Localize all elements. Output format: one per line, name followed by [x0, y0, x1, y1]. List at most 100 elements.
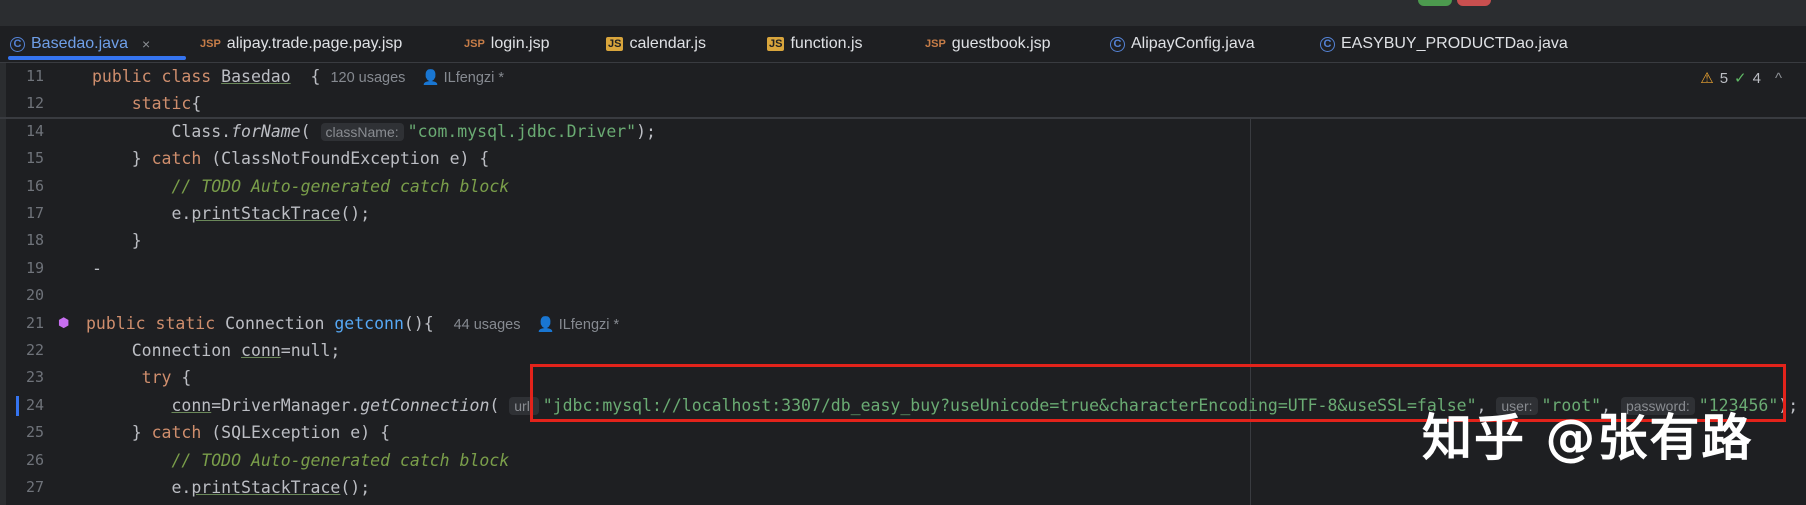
line-number: 18 [25, 231, 45, 250]
code-token: getconn [334, 313, 404, 333]
line-number: 14 [25, 121, 45, 140]
line-number: 16 [25, 176, 45, 195]
code-token: conn [171, 395, 212, 415]
code-text: Class.forName( className: "com.mysql.jdbc… [92, 118, 656, 146]
watermark: 知乎 @张有路 [1422, 409, 1754, 467]
code-token: // TODO Auto-generated catch block [92, 450, 510, 470]
code-token: catch [151, 149, 202, 169]
js-icon: JS [767, 37, 785, 51]
tab-login-jsp[interactable]: JSP login.jsp [464, 26, 550, 62]
code-token: ( [300, 121, 321, 141]
code-token: (SQLException e) { [201, 423, 391, 443]
code-token: Class. [92, 121, 232, 141]
line-number: 22 [25, 341, 45, 359]
line-number: 24 [25, 395, 45, 414]
code-line[interactable]: 16 // TODO Auto-generated catch block [0, 173, 1806, 200]
line-number: 12 [25, 94, 45, 113]
line-number: 23 [25, 368, 45, 387]
line-number: 11 [25, 67, 45, 85]
code-text: } [92, 227, 142, 254]
code-line[interactable]: 12 static{ [0, 90, 1806, 117]
code-token: - [92, 258, 102, 278]
tab-function-js[interactable]: JS function.js [767, 26, 863, 62]
close-tab-icon[interactable]: × [142, 36, 150, 52]
implementation-gutter-icon[interactable]: ⬢ [58, 310, 69, 337]
line-number: 27 [25, 478, 45, 496]
code-token: ); [636, 121, 656, 141]
tab-easybuy-productdao-java[interactable]: C EASYBUY_PRODUCTDao.java [1320, 26, 1568, 62]
tab-label: AlipayConfig.java [1131, 35, 1255, 52]
window-button-red[interactable] [1457, 0, 1491, 6]
code-token: conn [241, 341, 281, 360]
code-token: ( [489, 395, 510, 415]
line-number: 25 [25, 423, 45, 442]
tab-label: guestbook.jsp [951, 35, 1051, 52]
code-text: } catch (SQLException e) { [92, 419, 390, 446]
code-line[interactable]: 22 Connection conn=null; [0, 337, 1806, 364]
line-number: 21 [25, 313, 45, 332]
code-line[interactable]: 15 } catch (ClassNotFoundException e) { [0, 145, 1806, 172]
code-token: (ClassNotFoundException e) { [201, 149, 490, 169]
code-token: getConnection [360, 395, 490, 415]
tab-label: login.jsp [490, 35, 550, 52]
code-text: // TODO Auto-generated catch block [92, 447, 509, 474]
active-tab-indicator [8, 56, 186, 60]
line-number: 20 [25, 286, 45, 305]
code-token: Connection [92, 341, 242, 360]
code-token: =null; [280, 341, 341, 360]
tab-guestbook-jsp[interactable]: JSP guestbook.jsp [925, 26, 1051, 62]
code-token: (); [340, 478, 371, 497]
tab-label: EASYBUY_PRODUCTDao.java [1341, 35, 1568, 52]
code-token: =DriverManager. [211, 395, 361, 415]
code-line[interactable]: 27 e.printStackTrace(); [0, 474, 1806, 501]
code-text: e.printStackTrace(); [92, 200, 370, 227]
code-line[interactable]: 20 [0, 282, 1806, 309]
code-token: Connection [225, 313, 335, 333]
code-text: static{ [92, 90, 202, 117]
code-token: printStackTrace [191, 478, 341, 497]
code-token: { [171, 368, 192, 388]
code-token: catch [151, 423, 202, 443]
change-marker [16, 395, 19, 416]
java-class-icon: C [1320, 36, 1335, 52]
code-token: // TODO Auto-generated catch block [92, 176, 510, 196]
tab-calendar-js[interactable]: JS calendar.js [606, 26, 706, 62]
line-number: 17 [25, 204, 45, 222]
code-vision-hint[interactable]: 120 usages 👤 ILfengzi * [330, 70, 504, 86]
tab-alipay-trade-page-pay-jsp[interactable]: JSP alipay.trade.page.pay.jsp [200, 26, 402, 62]
code-token: forName [231, 121, 301, 141]
js-icon: JS [606, 37, 624, 51]
jsp-icon: JSP [464, 38, 485, 50]
code-line[interactable]: 18 } [0, 227, 1806, 254]
code-text: e.printStackTrace(); [92, 474, 370, 501]
java-class-icon: C [1110, 36, 1125, 52]
java-class-icon: C [10, 36, 25, 52]
code-text: } catch (ClassNotFoundException e) { [92, 145, 490, 172]
line-number: 26 [25, 450, 45, 469]
code-token: public static [86, 313, 226, 333]
tab-alipayconfig-java[interactable]: C AlipayConfig.java [1110, 26, 1255, 62]
code-token: { [290, 67, 331, 86]
code-line[interactable]: 19 - [0, 255, 1806, 282]
code-token: { [191, 94, 202, 114]
jsp-icon: JSP [925, 38, 946, 50]
code-token: public class [92, 67, 222, 86]
code-token: "com.mysql.jdbc.Driver" [407, 121, 637, 141]
code-token: (); [340, 204, 371, 223]
title-bar [0, 0, 1806, 26]
editor-tab-bar: C Basedao.java × JSP alipay.trade.page.pay.j… [0, 26, 1806, 63]
code-line[interactable]: 17 e.printStackTrace(); [0, 200, 1806, 227]
parameter-hint: className: [320, 122, 404, 141]
code-text: public static Connection getconn(){ 44 u… [86, 310, 619, 339]
jsp-icon: JSP [200, 38, 221, 50]
tab-label: calendar.js [629, 35, 706, 52]
window-button-green[interactable] [1418, 0, 1452, 6]
code-line[interactable]: 21 ⬢ public static Connection getconn(){ 4… [0, 310, 1806, 337]
code-line[interactable]: 11 public class Basedao { 120 usages 👤 IL… [0, 63, 1806, 90]
code-vision-hint[interactable]: 44 usages 👤 ILfengzi * [454, 317, 620, 333]
tab-label: alipay.trade.page.pay.jsp [226, 35, 403, 52]
code-token: } [92, 149, 152, 169]
code-line[interactable]: 14 Class.forName( className: "com.mysql.j… [0, 118, 1806, 145]
code-text: try { [92, 364, 192, 391]
